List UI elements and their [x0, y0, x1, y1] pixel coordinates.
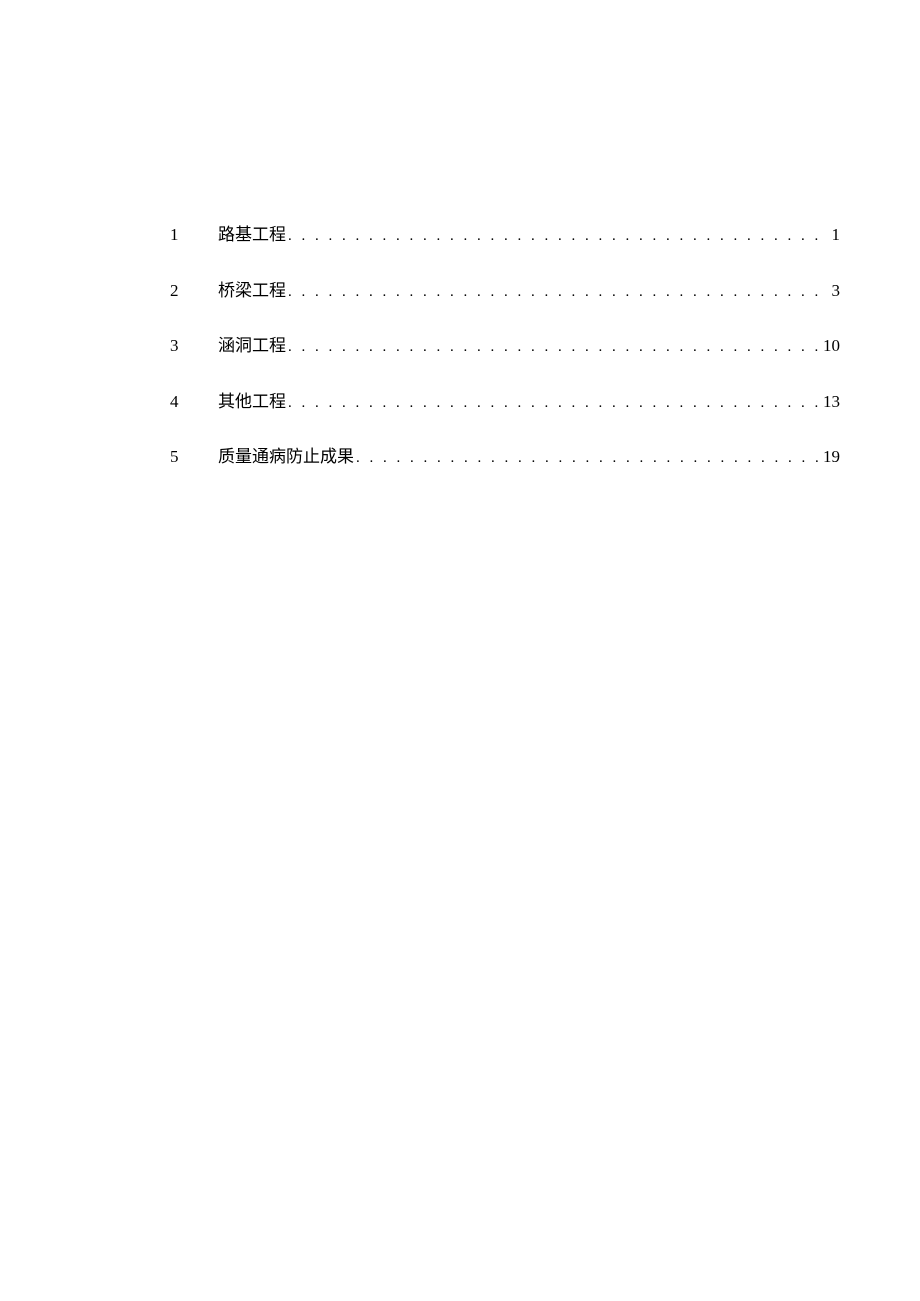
- toc-title: 涵洞工程: [218, 333, 286, 359]
- toc-entry: 3 涵洞工程 10: [170, 333, 840, 359]
- toc-number: 3: [170, 333, 218, 359]
- table-of-contents: 1 路基工程 1 2 桥梁工程 3 3 涵洞工程 10 4 其他工程 13 5 …: [170, 222, 840, 500]
- toc-title: 其他工程: [218, 389, 286, 415]
- toc-page-number: 19: [819, 444, 840, 470]
- toc-number: 5: [170, 444, 218, 470]
- toc-title: 质量通病防止成果: [218, 444, 354, 470]
- toc-title: 桥梁工程: [218, 278, 286, 304]
- toc-page-number: 3: [828, 278, 841, 304]
- toc-title: 路基工程: [218, 222, 286, 248]
- toc-entry: 5 质量通病防止成果 19: [170, 444, 840, 470]
- toc-number: 2: [170, 278, 218, 304]
- toc-entry: 2 桥梁工程 3: [170, 278, 840, 304]
- toc-number: 4: [170, 389, 218, 415]
- toc-entry: 4 其他工程 13: [170, 389, 840, 415]
- toc-page-number: 1: [828, 222, 841, 248]
- toc-entry: 1 路基工程 1: [170, 222, 840, 248]
- toc-leader-dots: [286, 392, 819, 415]
- toc-leader-dots: [286, 225, 828, 248]
- toc-page-number: 13: [819, 389, 840, 415]
- toc-leader-dots: [286, 336, 819, 359]
- toc-page-number: 10: [819, 333, 840, 359]
- toc-leader-dots: [286, 281, 828, 304]
- toc-number: 1: [170, 222, 218, 248]
- toc-leader-dots: [354, 447, 819, 470]
